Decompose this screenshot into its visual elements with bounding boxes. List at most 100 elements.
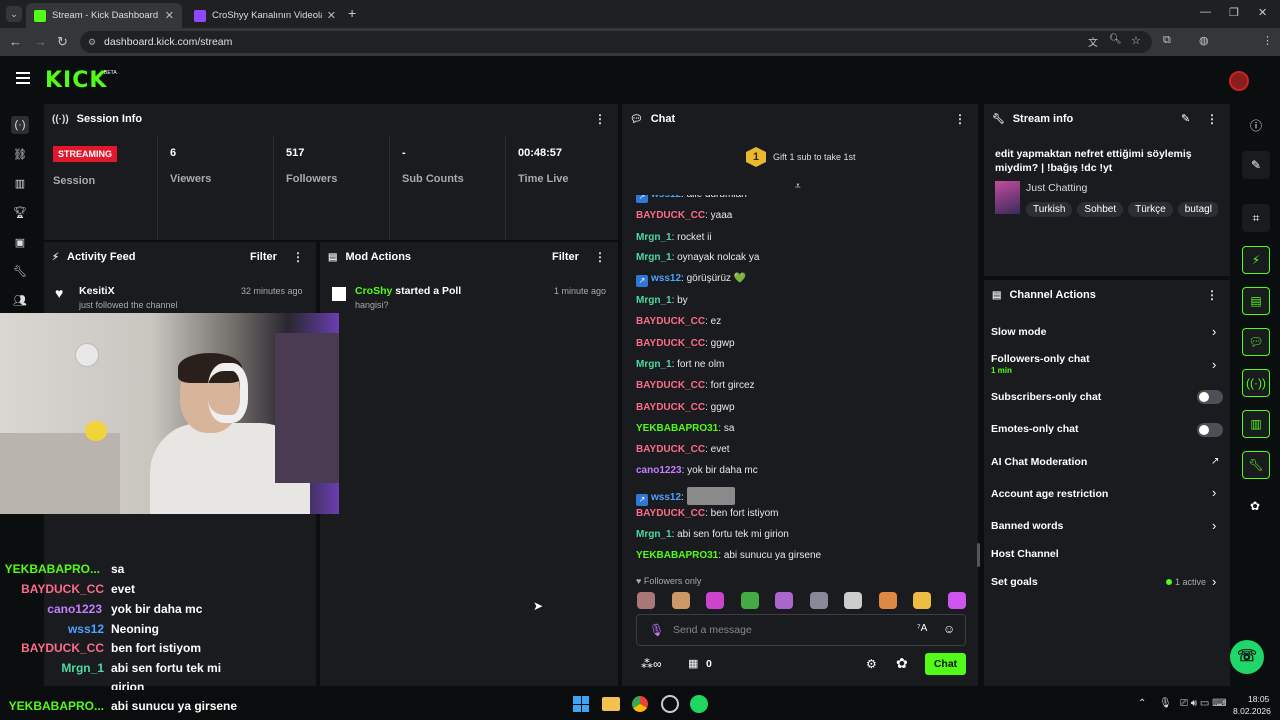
kick-logo[interactable]: KICK <box>45 68 107 93</box>
emote-button[interactable] <box>637 592 655 609</box>
obs-icon[interactable] <box>661 695 679 713</box>
clock-time[interactable]: 18:05 <box>1248 694 1269 704</box>
hamburger-menu-icon[interactable] <box>16 72 30 84</box>
emote-button[interactable] <box>775 592 793 609</box>
chat-username[interactable]: BAYDUCK_CC <box>636 380 705 391</box>
quick-action-chat-icon[interactable]: 💬︎ <box>1242 328 1270 356</box>
chat-username[interactable]: cano1223 <box>636 465 682 476</box>
action-account-age[interactable]: Account age restriction <box>991 488 1108 500</box>
chat-username[interactable]: BAYDUCK_CC <box>636 508 705 519</box>
quick-action-wrench-icon[interactable]: 🔧︎ <box>1242 451 1270 479</box>
clock-date[interactable]: 8.02.2026 <box>1233 706 1271 716</box>
emote-button[interactable] <box>947 592 966 609</box>
gift-text[interactable]: Gift 1 sub to take 1st <box>773 152 856 162</box>
minimize-icon[interactable]: — <box>1200 6 1211 18</box>
quick-action-document-icon[interactable]: ▤ <box>1242 287 1270 315</box>
emote-button[interactable] <box>913 592 931 609</box>
tools-icon[interactable]: 🔧︎ <box>11 263 29 281</box>
action-host-channel[interactable]: Host Channel <box>991 548 1059 560</box>
chat-send-button[interactable]: Chat <box>925 653 966 675</box>
activity-user[interactable]: KesitiX <box>79 285 115 297</box>
tab-croshyy-videos[interactable]: CroShyy Kanalının Videoları - Tw ✕ <box>186 3 344 28</box>
chrome-icon[interactable] <box>631 695 649 713</box>
more-options-icon[interactable]: ⋮ <box>594 112 606 126</box>
category-name[interactable]: Just Chatting <box>1026 182 1087 194</box>
chat-scrollbar[interactable] <box>977 543 980 567</box>
mod-tools-rail-icon[interactable]: ✿ <box>1250 499 1260 513</box>
chat-username[interactable]: BAYDUCK_CC <box>636 402 705 413</box>
support-chat-icon[interactable]: ☏ <box>1230 640 1264 674</box>
chat-username[interactable]: Mrgn_1 <box>636 359 672 370</box>
chevron-right-icon[interactable]: › <box>1212 574 1216 589</box>
mod-user[interactable]: CroShy <box>355 285 392 297</box>
new-tab-icon[interactable]: + <box>348 5 356 21</box>
chat-username[interactable]: YEKBABAPRO31 <box>636 550 718 561</box>
video-icon[interactable]: ▣ <box>11 234 29 252</box>
quick-action-broadcast-icon[interactable]: ((·)) <box>1242 369 1270 397</box>
chevron-right-icon[interactable]: › <box>1212 324 1216 339</box>
edit-stream-icon[interactable]: ✎ <box>1242 151 1270 179</box>
menu-dots-icon[interactable]: ⋮ <box>1262 34 1273 47</box>
link-icon[interactable]: ⛓ <box>11 146 29 164</box>
store-icon[interactable]: ▦ <box>688 657 698 670</box>
more-options-icon[interactable]: ⋮ <box>594 250 606 264</box>
chat-username[interactable]: wss12 <box>651 273 681 284</box>
trophy-icon[interactable]: 🏆︎ <box>11 204 29 222</box>
edit-pencil-icon[interactable]: ✎ <box>1181 112 1190 125</box>
info-icon[interactable]: ⓘ <box>1250 117 1262 134</box>
action-slow-mode[interactable]: Slow mode <box>991 326 1046 338</box>
close-window-icon[interactable]: ✕ <box>1258 6 1267 19</box>
quick-action-server-icon[interactable]: ▥ <box>1242 410 1270 438</box>
tray-mic-icon[interactable]: 🎙︎ <box>1159 698 1172 709</box>
chevron-right-icon[interactable]: › <box>1212 357 1216 372</box>
action-banned-words[interactable]: Banned words <box>991 520 1063 532</box>
extensions-icon[interactable]: ⧉ <box>1163 34 1171 47</box>
action-ai-moderation[interactable]: AI Chat Moderation <box>991 456 1087 468</box>
subscribers-only-toggle[interactable] <box>1197 390 1223 404</box>
capture-icon[interactable]: ⌗ <box>1242 204 1270 232</box>
close-tab-icon[interactable]: ✕ <box>165 9 174 22</box>
chat-username[interactable]: Mrgn_1 <box>636 252 672 263</box>
chat-username[interactable]: Mrgn_1 <box>636 232 672 243</box>
windows-start-icon[interactable] <box>573 696 589 712</box>
chevron-right-icon[interactable]: › <box>1212 485 1216 500</box>
external-link-icon[interactable]: ↗ <box>1211 456 1219 467</box>
close-tab-icon[interactable]: ✕ <box>327 9 336 22</box>
translate-icon[interactable]: 文 <box>1088 34 1098 49</box>
spotify-icon[interactable] <box>690 695 708 713</box>
tab-list-icon[interactable]: ⌄ <box>6 6 22 22</box>
more-options-icon[interactable]: ⋮ <box>1206 112 1218 126</box>
mod-tools-icon[interactable]: ✿ <box>896 655 908 672</box>
chat-username[interactable]: BAYDUCK_CC <box>636 338 705 349</box>
chat-username[interactable]: BAYDUCK_CC <box>636 444 705 455</box>
chat-username[interactable]: wss12 <box>651 492 681 503</box>
translate-icon[interactable]: ⁷A <box>917 623 927 634</box>
filter-button[interactable]: Filter <box>552 251 579 263</box>
profile-icon[interactable]: ◍ <box>1199 34 1209 47</box>
tab-kick-dashboard[interactable]: Stream - Kick Dashboard ✕ <box>26 3 182 28</box>
emoji-icon[interactable]: ☺ <box>943 622 955 636</box>
filter-button[interactable]: Filter <box>250 251 277 263</box>
emotes-only-toggle[interactable] <box>1197 423 1223 437</box>
chat-username[interactable]: Mrgn_1 <box>636 295 672 306</box>
collapse-chevron-icon[interactable]: ⩡ <box>795 181 801 192</box>
tag-chip[interactable]: butagl <box>1177 202 1218 217</box>
chat-username[interactable]: BAYDUCK_CC <box>636 316 705 327</box>
quick-action-lightning-icon[interactable]: ⚡︎ <box>1242 246 1270 274</box>
emote-button[interactable] <box>706 592 724 609</box>
more-options-icon[interactable]: ⋮ <box>292 250 304 264</box>
back-icon[interactable]: ← <box>9 34 22 49</box>
tag-chip[interactable]: Türkçe <box>1128 202 1173 217</box>
chevron-right-icon[interactable]: › <box>1212 518 1216 533</box>
url-field[interactable]: ⚙ dashboard.kick.com/stream <box>80 31 1152 53</box>
chat-username[interactable]: BAYDUCK_CC <box>636 210 705 221</box>
restore-icon[interactable]: ❐ <box>1229 6 1239 19</box>
tray-chevron-icon[interactable]: ⌃ <box>1138 698 1146 709</box>
emote-button[interactable] <box>844 592 862 609</box>
chat-username[interactable]: Mrgn_1 <box>636 529 672 540</box>
more-options-icon[interactable]: ⋮ <box>1206 288 1218 302</box>
more-options-icon[interactable]: ⋮ <box>954 112 966 126</box>
bookmark-star-icon[interactable]: ☆ <box>1131 34 1141 47</box>
emote-button[interactable] <box>878 592 897 609</box>
mic-icon[interactable]: 🎙︎ <box>649 623 664 637</box>
